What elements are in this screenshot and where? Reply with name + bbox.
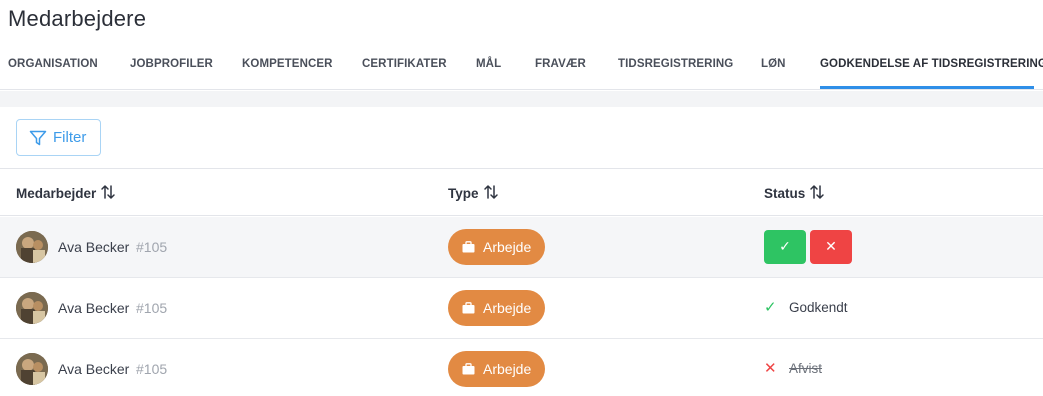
tab-tidsregistrering[interactable]: TIDSREGISTRERING <box>618 58 733 70</box>
tab-organisation[interactable]: ORGANISATION <box>8 58 98 70</box>
check-icon: ✓ <box>764 299 777 316</box>
sort-icon[interactable] <box>100 184 116 200</box>
type-badge[interactable]: Arbejde <box>448 229 545 265</box>
table-row[interactable]: Ava Becker #105 Arbejde ✓ ✕ <box>0 217 1043 278</box>
column-header-type[interactable]: Type <box>448 184 499 201</box>
filter-button[interactable]: Filter <box>16 119 101 156</box>
column-header-status[interactable]: Status <box>764 184 825 201</box>
filter-label: Filter <box>53 129 87 146</box>
briefcase-icon <box>462 363 475 375</box>
status-label: Godkendt <box>789 300 848 315</box>
tab-jobprofiler[interactable]: JOBPROFILER <box>130 58 213 70</box>
type-badge[interactable]: Arbejde <box>448 351 545 387</box>
status-label: Afvist <box>789 361 823 376</box>
tab-godkendelse-af-tidsregistrering[interactable]: GODKENDELSE AF TIDSREGISTRERING <box>820 58 1043 70</box>
tab-loen[interactable]: LØN <box>761 58 786 70</box>
employee-id: #105 <box>136 300 168 316</box>
column-label: Medarbejder <box>16 186 97 201</box>
type-label: Arbejde <box>483 300 532 316</box>
type-label: Arbejde <box>483 361 532 377</box>
employee-name[interactable]: Ava Becker <box>58 239 129 255</box>
column-label: Type <box>448 186 479 201</box>
employee-name[interactable]: Ava Becker <box>58 361 129 377</box>
table-row[interactable]: Ava Becker #105 Arbejde ✕ Afvist <box>0 339 1043 396</box>
approve-button[interactable]: ✓ <box>764 230 806 264</box>
column-header-medarbejder[interactable]: Medarbejder <box>16 184 116 201</box>
table-header: Medarbejder Type Status <box>0 168 1043 216</box>
filter-icon <box>29 130 47 146</box>
column-label: Status <box>764 186 806 201</box>
briefcase-icon <box>462 241 475 253</box>
check-icon: ✓ <box>779 238 791 254</box>
sort-icon[interactable] <box>809 184 825 200</box>
tab-certifikater[interactable]: CERTIFIKATER <box>362 58 447 70</box>
page-title: Medarbejdere <box>8 6 147 31</box>
type-label: Arbejde <box>483 239 532 255</box>
tab-bar: ORGANISATION JOBPROFILER KOMPETENCER CER… <box>0 44 1043 90</box>
close-icon: ✕ <box>764 360 777 377</box>
close-icon: ✕ <box>825 238 837 254</box>
avatar <box>16 292 48 324</box>
toolbar-divider <box>0 91 1043 107</box>
briefcase-icon <box>462 302 475 314</box>
type-badge[interactable]: Arbejde <box>448 290 545 326</box>
active-tab-indicator <box>820 86 1034 89</box>
reject-button[interactable]: ✕ <box>810 230 852 264</box>
tab-kompetencer[interactable]: KOMPETENCER <box>242 58 333 70</box>
avatar <box>16 231 48 263</box>
table-row[interactable]: Ava Becker #105 Arbejde ✓ Godkendt <box>0 278 1043 339</box>
employee-id: #105 <box>136 239 168 255</box>
employee-name[interactable]: Ava Becker <box>58 300 129 316</box>
tab-maal[interactable]: MÅL <box>476 58 501 70</box>
avatar <box>16 353 48 385</box>
employee-id: #105 <box>136 361 168 377</box>
sort-icon[interactable] <box>483 184 499 200</box>
tab-fravaer[interactable]: FRAVÆR <box>535 58 586 70</box>
